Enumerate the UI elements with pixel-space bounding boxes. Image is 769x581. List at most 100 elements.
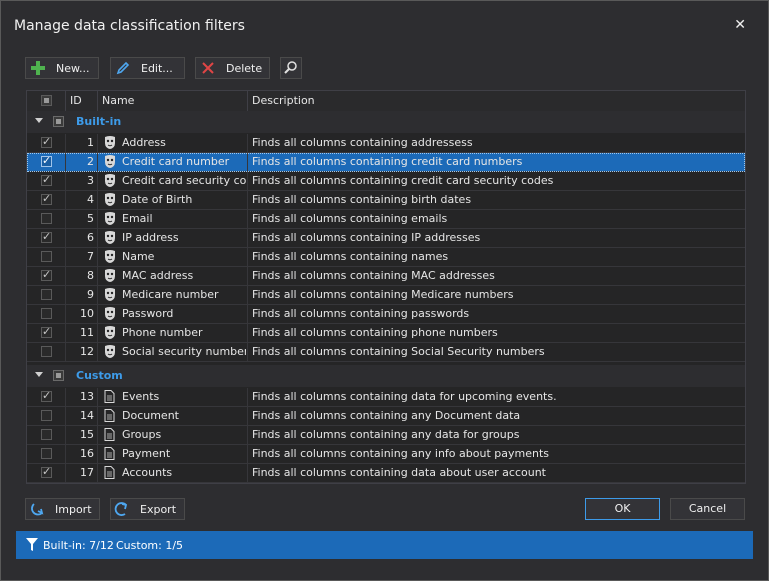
row-id: 17 — [80, 466, 94, 479]
search-button[interactable] — [280, 57, 302, 79]
row-id: 2 — [87, 155, 94, 168]
table-row[interactable]: 10 Password Finds all columns containing p… — [27, 305, 745, 324]
filter-icon — [26, 538, 38, 555]
collapse-triangle-icon[interactable] — [35, 118, 43, 123]
row-checkbox[interactable] — [41, 308, 52, 319]
row-id: 10 — [80, 307, 94, 320]
dialog-title: Manage data classification filters — [14, 18, 245, 34]
row-description: Finds all columns containing Medicare nu… — [252, 288, 514, 301]
mask-icon — [104, 288, 116, 302]
new-button[interactable]: New... — [25, 57, 99, 79]
table-row[interactable]: 14 Document Finds all columns containing a… — [27, 407, 745, 426]
row-name: Accounts — [122, 466, 173, 479]
status-builtin: Built-in: 7/12 — [43, 539, 114, 552]
collapse-triangle-icon[interactable] — [35, 372, 43, 377]
import-button[interactable]: Import — [25, 498, 100, 520]
row-name: Events — [122, 390, 160, 403]
row-checkbox[interactable] — [41, 389, 52, 402]
row-id: 1 — [87, 136, 94, 149]
row-checkbox[interactable] — [41, 429, 52, 440]
group-name: Built-in — [76, 115, 122, 128]
row-checkbox[interactable] — [41, 192, 52, 205]
row-description: Finds all columns containing Social Secu… — [252, 345, 545, 358]
row-name: Date of Birth — [122, 193, 193, 206]
table-row[interactable]: 13 Events Finds all columns containing dat… — [27, 388, 745, 407]
table-row[interactable]: 4 Date of Birth Finds all columns containi… — [27, 191, 745, 210]
table-row[interactable]: 16 Payment Finds all columns containing an… — [27, 445, 745, 464]
row-name: Groups — [122, 428, 162, 441]
row-checkbox[interactable] — [41, 410, 52, 421]
row-checkbox[interactable] — [41, 230, 52, 243]
row-description: Finds all columns containing data for up… — [252, 390, 557, 403]
group-row-1[interactable]: Custom — [27, 365, 745, 387]
row-checkbox[interactable] — [41, 448, 52, 459]
export-button[interactable]: Export — [110, 498, 185, 520]
row-checkbox[interactable] — [41, 154, 52, 167]
row-description: Finds all columns containing any info ab… — [252, 447, 549, 460]
filters-grid: ID Name Description Built-in 1 Address Find… — [26, 90, 746, 484]
row-description: Finds all columns containing credit card… — [252, 174, 554, 187]
row-checkbox[interactable] — [41, 173, 52, 186]
group-row-0[interactable]: Built-in — [27, 111, 745, 133]
row-name: Password — [122, 307, 174, 320]
edit-button[interactable]: Edit... — [110, 57, 185, 79]
row-description: Finds all columns containing any data fo… — [252, 428, 520, 441]
row-checkbox[interactable] — [41, 251, 52, 262]
row-description: Finds all columns containing IP addresse… — [252, 231, 481, 244]
row-checkbox[interactable] — [41, 135, 52, 148]
table-row[interactable]: 9 Medicare number Finds all columns contai… — [27, 286, 745, 305]
table-row[interactable]: 11 Phone number Finds all columns containi… — [27, 324, 745, 343]
close-icon[interactable]: ✕ — [734, 17, 746, 33]
table-row[interactable]: 6 IP address Finds all columns containing … — [27, 229, 745, 248]
edit-button-label: Edit... — [141, 61, 173, 75]
row-name: Social security number — [122, 345, 246, 358]
table-row[interactable]: 2 Credit card number Finds all columns con… — [27, 153, 745, 172]
status-custom: Custom: 1/5 — [116, 539, 184, 552]
group-checkbox[interactable] — [53, 116, 64, 127]
table-row[interactable]: 8 MAC address Finds all columns containing… — [27, 267, 745, 286]
row-description: Finds all columns containing addressess — [252, 136, 473, 149]
row-name: Name — [122, 250, 155, 263]
column-header-description[interactable]: Description — [252, 91, 315, 111]
mask-icon — [104, 231, 116, 245]
select-all-checkbox[interactable] — [41, 95, 52, 106]
magnifier-icon — [284, 60, 298, 77]
cancel-button[interactable]: Cancel — [670, 498, 745, 520]
ok-button[interactable]: OK — [585, 498, 660, 520]
column-header-id[interactable]: ID — [70, 91, 82, 111]
status-bar: Built-in: 7/12 Custom: 1/5 — [16, 531, 753, 559]
title-bar: Manage data classification filters ✕ — [1, 1, 768, 53]
row-checkbox[interactable] — [41, 346, 52, 357]
grid-header: ID Name Description — [27, 91, 745, 112]
row-description: Finds all columns containing any Documen… — [252, 409, 521, 422]
document-icon — [104, 428, 115, 442]
import-arrow-icon — [29, 501, 45, 517]
table-row[interactable]: 3 Credit card security code Finds all colu… — [27, 172, 745, 191]
column-header-name[interactable]: Name — [102, 91, 134, 111]
table-row[interactable]: 17 Accounts Finds all columns containing d… — [27, 464, 745, 483]
plus-icon — [30, 60, 46, 76]
delete-button-label: Delete — [226, 61, 263, 75]
table-row[interactable]: 5 Email Finds all columns containing email… — [27, 210, 745, 229]
row-description: Finds all columns containing passwords — [252, 307, 470, 320]
row-checkbox[interactable] — [41, 213, 52, 224]
row-checkbox[interactable] — [41, 268, 52, 281]
group-checkbox[interactable] — [53, 370, 64, 381]
row-id: 16 — [80, 447, 94, 460]
table-row[interactable]: 7 Name Finds all columns containing names — [27, 248, 745, 267]
row-checkbox[interactable] — [41, 465, 52, 478]
row-name: Email — [122, 212, 153, 225]
row-checkbox[interactable] — [41, 289, 52, 300]
row-description: Finds all columns containing credit card… — [252, 155, 523, 168]
row-name: Credit card number — [122, 155, 230, 168]
mask-icon — [104, 212, 116, 226]
table-row[interactable]: 15 Groups Finds all columns containing any… — [27, 426, 745, 445]
table-row[interactable]: 1 Address Finds all columns containing add… — [27, 134, 745, 153]
row-name: MAC address — [122, 269, 194, 282]
row-checkbox[interactable] — [41, 325, 52, 338]
delete-button[interactable]: Delete — [195, 57, 270, 79]
row-name: Credit card security code — [122, 174, 246, 187]
table-row[interactable]: 12 Social security number Finds all column… — [27, 343, 745, 362]
document-icon — [104, 409, 115, 423]
row-id: 7 — [87, 250, 94, 263]
